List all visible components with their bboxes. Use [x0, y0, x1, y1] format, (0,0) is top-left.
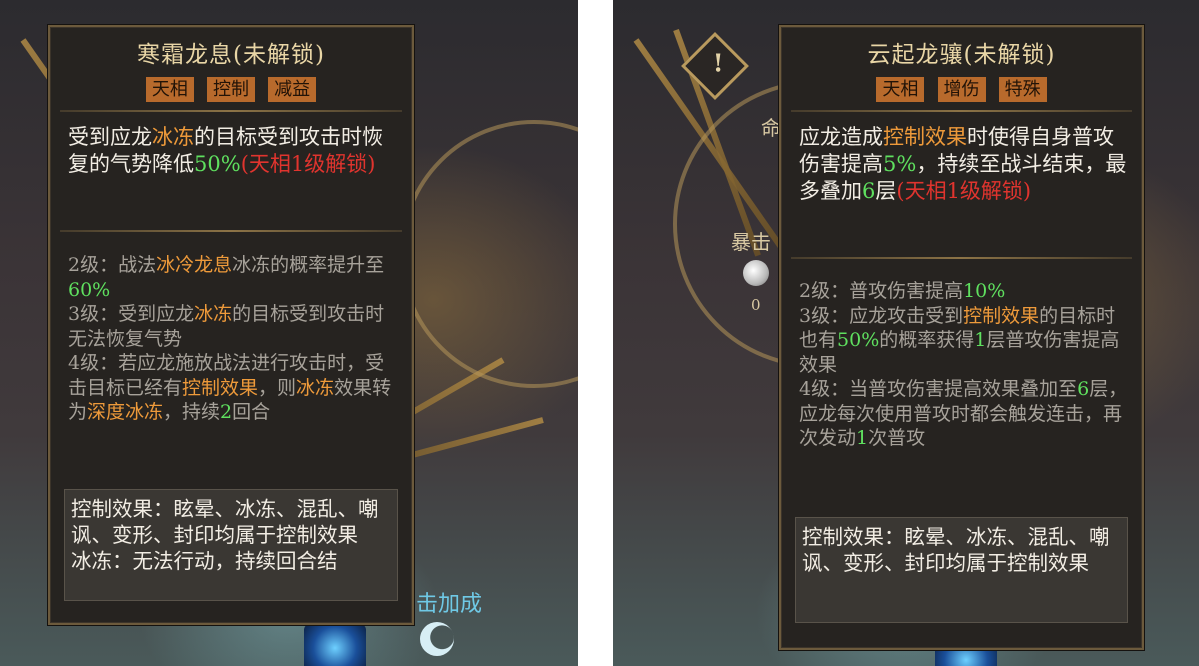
warning-icon[interactable]: !: [681, 32, 749, 100]
moon-icon[interactable]: [420, 622, 454, 656]
tag-tianxiang: 天相: [876, 77, 925, 102]
keyword-control-effect: 控制效果: [883, 125, 967, 149]
skill-tooltip-rising-cloud-dragon: 云起龙骧(未解锁) 天相 增伤 特殊 应龙造成控制效果时使得自身普攻伤害提高5%…: [779, 25, 1144, 650]
desc-text: 2级：战法: [68, 254, 157, 276]
crit-value: 0: [751, 296, 761, 314]
desc-text: 冰冻的概率提升至: [232, 254, 385, 276]
desc-text: 的概率获得: [879, 329, 975, 351]
glossary-freeze: 冰冻：无法行动，持续回合结: [71, 549, 338, 573]
tag-control: 控制: [207, 77, 255, 102]
desc-text: 3级：受到应龙: [68, 303, 195, 325]
value-percent: 10%: [963, 280, 1006, 302]
hit-label: 命: [761, 116, 781, 140]
keyword-glossary-box[interactable]: 控制效果：眩晕、冰冻、混乱、嘲讽、变形、封印均属于控制效果 冰冻：无法行动，持续…: [64, 489, 398, 601]
crit-label: 暴击: [731, 230, 771, 254]
level-3-text: 3级：受到应龙冰冻的目标受到攻击时无法恢复气势: [68, 302, 398, 351]
desc-text: 层: [875, 179, 897, 203]
glossary-control-effect: 控制效果：眩晕、冰冻、混乱、嘲讽、变形、封印均属于控制效果: [802, 525, 1110, 575]
unlock-condition: (天相1级解锁): [896, 179, 1032, 203]
tag-special: 特殊: [998, 77, 1047, 102]
value-percent: 50%: [837, 329, 880, 351]
level-2-text: 2级：普攻伤害提高10%: [799, 279, 1128, 304]
tag-debuff: 减益: [268, 77, 317, 102]
keyword-freeze: 冰冻: [152, 125, 194, 149]
divider: [791, 257, 1132, 259]
value-turns: 2: [220, 401, 233, 423]
desc-text: 受到应龙: [68, 125, 152, 149]
value-stacks: 1: [974, 329, 987, 351]
keyword-freeze: 冰冻: [194, 303, 233, 325]
divider: [60, 230, 402, 232]
attack-bonus-label: 击加成: [416, 592, 483, 617]
level-4-text: 4级：若应龙施放战法进行攻击时，受击目标已经有控制效果，则冰冻效果转为深度冰冻，…: [68, 351, 398, 425]
desc-text: ，则: [258, 376, 297, 399]
level-upgrades: 2级：战法冰冷龙息冰冻的概率提升至 60% 3级：受到应龙冰冻的目标受到攻击时无法…: [68, 253, 398, 425]
keyword-control-effect: 控制效果: [182, 376, 259, 399]
keyword-control-effect: 控制效果: [963, 304, 1040, 327]
tag-tianxiang: 天相: [145, 77, 194, 102]
value-percent: 60%: [68, 278, 111, 301]
skill-main-description: 受到应龙冰冻的目标受到攻击时恢复的气势降低50%(天相1级解锁): [68, 124, 398, 178]
keyword-freeze: 冰冻: [296, 376, 335, 399]
skill-icon[interactable]: [304, 624, 366, 666]
desc-text: 3级：应龙攻击受到: [799, 304, 964, 327]
stat-orb: [743, 260, 769, 286]
desc-text: 次普攻: [868, 427, 926, 449]
skill-title: 云起龙骧(未解锁): [867, 42, 1056, 68]
divider: [791, 110, 1132, 112]
desc-text: 回合: [232, 401, 271, 423]
skill-tags: 天相 增伤 特殊: [781, 77, 1142, 102]
skill-title: 寒霜龙息(未解锁): [137, 42, 325, 68]
skill-main-description: 应龙造成控制效果时使得自身普攻伤害提高5%，持续至战斗结束，最多叠加6层(天相1…: [799, 124, 1128, 205]
value-percent: 5%: [883, 152, 917, 176]
tag-damage-up: 增伤: [937, 77, 986, 102]
unlock-condition: (天相1级解锁): [240, 152, 376, 176]
warning-symbol: !: [712, 48, 724, 78]
level-upgrades: 2级：普攻伤害提高10% 3级：应龙攻击受到控制效果的目标时也有50%的概率获得…: [799, 279, 1128, 451]
level-4-text: 4级：当普攻伤害提高效果叠加至6层，应龙每次使用普攻时都会触发连击，再次发动1次…: [799, 377, 1128, 451]
value-stacks: 6: [1077, 378, 1090, 400]
level-3-text: 3级：应龙攻击受到控制效果的目标时也有50%的概率获得1层普攻伤害提高效果: [799, 304, 1128, 378]
skill-tooltip-frost-dragon-breath: 寒霜龙息(未解锁) 天相 控制 减益 受到应龙冰冻的目标受到攻击时恢复的气势降低…: [48, 25, 414, 625]
level-2-text: 2级：战法冰冷龙息冰冻的概率提升至 60%: [68, 253, 398, 302]
desc-text: 2级：普攻伤害提高: [799, 280, 964, 302]
keyword-deep-freeze: 深度冰冻: [87, 401, 164, 423]
keyword-glossary-box[interactable]: 控制效果：眩晕、冰冻、混乱、嘲讽、变形、封印均属于控制效果: [795, 517, 1128, 623]
keyword-skill: 冰冷龙息: [156, 254, 233, 276]
value-stacks: 6: [862, 179, 876, 203]
value-count: 1: [856, 427, 869, 449]
ornament-ring: [400, 120, 578, 388]
desc-text: ，持续: [163, 401, 221, 423]
glossary-control-effect: 控制效果：眩晕、冰冻、混乱、嘲讽、变形、封印均属于控制效果: [71, 497, 379, 547]
divider: [60, 110, 402, 112]
skill-tags: 天相 控制 减益: [50, 77, 412, 102]
desc-text: 应龙造成: [799, 125, 883, 149]
desc-text: 4级：当普攻伤害提高效果叠加至: [799, 378, 1078, 400]
value-percent: 50%: [194, 152, 241, 176]
